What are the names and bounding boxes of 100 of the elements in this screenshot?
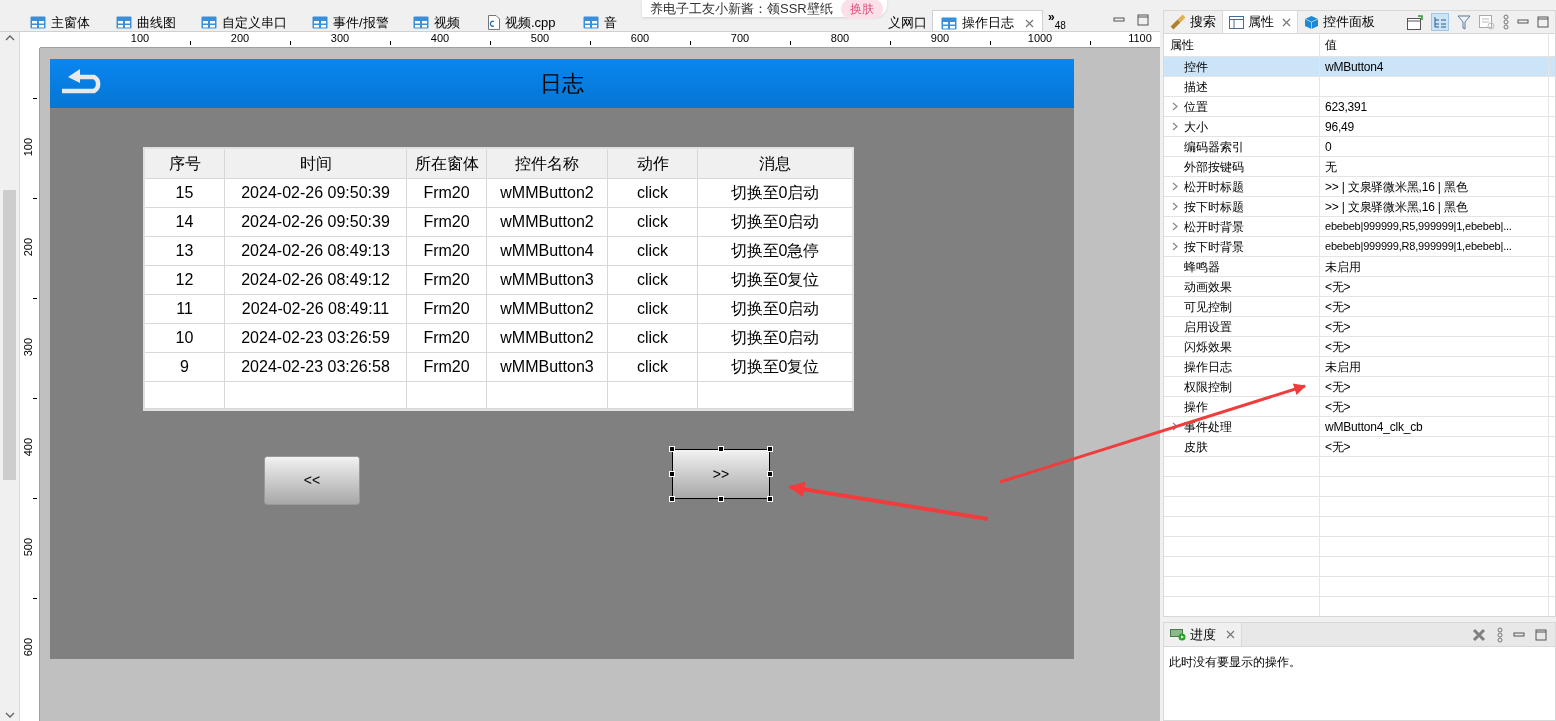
close-icon[interactable] — [1025, 18, 1034, 28]
property-value: 0 — [1325, 138, 1332, 156]
ruler-label: 1100 — [1128, 32, 1152, 44]
progress-tab[interactable]: 进度 — [1164, 623, 1242, 646]
tree-view-icon[interactable] — [1431, 13, 1449, 31]
tab-label: 操作日志 — [962, 14, 1014, 33]
maximize-icon[interactable] — [1537, 16, 1549, 28]
table-cell-text: 切换至0启动 — [729, 183, 821, 203]
table-cell: Frm20 — [407, 324, 487, 352]
property-name: 动画效果 — [1184, 278, 1232, 296]
property-row[interactable]: 按下时标题 >> | 文泉驿微米黑,16 | 黑色 — [1164, 197, 1555, 217]
property-value: <无> — [1325, 338, 1351, 356]
property-name: 按下时标题 — [1184, 198, 1244, 216]
property-row[interactable]: 操作 <无> — [1164, 397, 1555, 417]
editor-tab[interactable]: 事件/报警 — [310, 10, 391, 31]
property-row[interactable]: 编码器索引 0 — [1164, 137, 1555, 157]
property-value: <无> — [1325, 318, 1351, 336]
property-name: 大小 — [1184, 118, 1208, 136]
table-cell: Frm20 — [407, 295, 487, 323]
column-header: 消息 — [758, 153, 792, 174]
property-value: 623,391 — [1325, 98, 1367, 116]
close-icon[interactable] — [1226, 630, 1235, 639]
overflow-chevron[interactable]: » — [1048, 12, 1055, 22]
property-row[interactable]: 按下时背景 ebebeb|999999,R8,999999|1,ebebeb|... — [1164, 237, 1555, 257]
table-cell: click — [608, 179, 698, 207]
editor-tab[interactable]: 义网口 — [886, 10, 929, 31]
property-name: 操作日志 — [1184, 358, 1232, 376]
panel-tab[interactable]: 控件面板 — [1298, 11, 1381, 33]
property-row[interactable]: 大小 96,49 — [1164, 117, 1555, 137]
pencil-icon — [1170, 14, 1186, 30]
property-row[interactable]: 动画效果 <无> — [1164, 277, 1555, 297]
property-row[interactable]: 启用设置 <无> — [1164, 317, 1555, 337]
property-row[interactable]: 操作日志 未启用 — [1164, 357, 1555, 377]
notification-text: 养电子工友小新酱：领SSR壁纸 — [650, 0, 833, 18]
editor-tab[interactable]: 自定义串口 — [199, 10, 289, 31]
table-cell: 9 — [145, 353, 225, 381]
restore-defaults-icon[interactable] — [1479, 14, 1495, 30]
column-header: 值 — [1325, 37, 1337, 54]
editor-tab[interactable]: 视频 — [411, 10, 462, 31]
property-row[interactable]: 皮肤 <无> — [1164, 437, 1555, 457]
property-row[interactable]: 可见控制 <无> — [1164, 297, 1555, 317]
panel-tab[interactable]: 搜索 — [1164, 11, 1222, 33]
more-options-icon[interactable] — [1503, 14, 1509, 30]
scrollbar-thumb[interactable] — [3, 190, 16, 480]
panel-tab[interactable]: 属性 — [1222, 11, 1298, 33]
property-row[interactable]: 外部按键码 无 — [1164, 157, 1555, 177]
property-name: 控件 — [1184, 58, 1208, 76]
ruler-label: 800 — [830, 32, 850, 44]
property-name: 权限控制 — [1184, 378, 1232, 396]
filter-icon[interactable] — [1457, 14, 1471, 30]
maximize-icon[interactable] — [1535, 628, 1547, 641]
table-cell: click — [608, 208, 698, 236]
new-window-icon[interactable] — [1407, 14, 1423, 30]
table-cell: click — [608, 295, 698, 323]
scroll-down-icon[interactable] — [4, 711, 15, 719]
editor-tab[interactable]: 视频.cpp — [486, 10, 558, 31]
ruler-label: 600 — [630, 32, 650, 44]
property-row[interactable]: 位置 623,391 — [1164, 97, 1555, 117]
table-icon — [201, 16, 217, 29]
nav-button[interactable]: << — [264, 456, 360, 505]
property-value: <无> — [1325, 298, 1351, 316]
property-value: ebebeb|999999,R5,999999|1,ebebeb|... — [1325, 219, 1512, 235]
scroll-up-icon[interactable] — [4, 34, 15, 42]
property-row[interactable]: 闪烁效果 <无> — [1164, 337, 1555, 357]
property-row[interactable]: 松开时背景 ebebeb|999999,R5,999999|1,ebebeb|... — [1164, 217, 1555, 237]
property-name: 可见控制 — [1184, 298, 1232, 316]
ruler-label: 100 — [130, 32, 150, 44]
property-name: 启用设置 — [1184, 318, 1232, 336]
table-cell: click — [608, 324, 698, 352]
property-row[interactable]: 松开时标题 >> | 文泉驿微米黑,16 | 黑色 — [1164, 177, 1555, 197]
editor-tab[interactable]: 操作日志 — [932, 10, 1043, 31]
overflow-count[interactable]: 48 — [1054, 12, 1066, 33]
property-name: 松开时标题 — [1184, 178, 1244, 196]
more-options-icon[interactable] — [1497, 626, 1503, 643]
property-row[interactable]: 描述 — [1164, 77, 1555, 97]
tab-label: 视频 — [434, 13, 460, 32]
editor-tab[interactable]: 音 — [581, 10, 619, 31]
editor-tab[interactable]: 曲线图 — [114, 10, 178, 31]
column-header: 时间 — [225, 149, 407, 178]
property-row[interactable]: 权限控制 <无> — [1164, 377, 1555, 397]
property-row[interactable]: 控件 wMButton4 — [1164, 57, 1555, 77]
maximize-icon[interactable] — [1137, 14, 1149, 26]
table-icon — [30, 16, 46, 29]
ruler-label: 500 — [22, 538, 34, 557]
property-name: 操作 — [1184, 398, 1208, 416]
nav-button[interactable]: >> — [672, 449, 770, 499]
property-value: >> | 文泉驿微米黑,16 | 黑色 — [1325, 178, 1468, 196]
remove-all-icon[interactable] — [1471, 626, 1487, 643]
table-icon — [413, 16, 429, 29]
property-row[interactable]: 蜂鸣器 未启用 — [1164, 257, 1555, 277]
editor-tab[interactable]: 主窗体 — [28, 10, 92, 31]
property-name: 外部按键码 — [1184, 158, 1244, 176]
table-cell: click — [608, 353, 698, 381]
table-cell: wMMButton3 — [487, 266, 608, 294]
ruler-label: 300 — [22, 338, 34, 357]
close-icon[interactable] — [1282, 17, 1291, 27]
tab-label: 控件面板 — [1323, 13, 1375, 32]
property-value: <无> — [1325, 398, 1351, 416]
property-value: 96,49 — [1325, 118, 1355, 136]
property-value: <无> — [1325, 438, 1351, 456]
